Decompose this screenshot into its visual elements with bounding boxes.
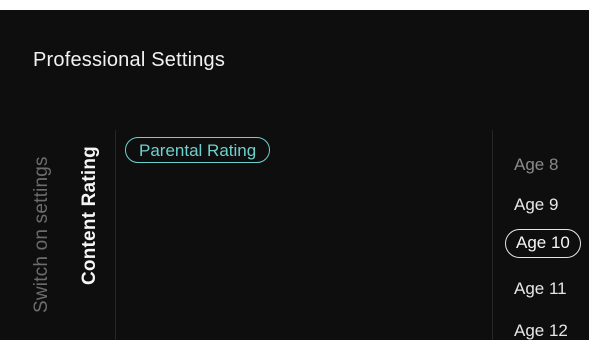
age-option-10-selected[interactable]: Age 10 bbox=[505, 229, 581, 258]
side-menu-item-content-rating[interactable]: Content Rating bbox=[79, 146, 101, 285]
age-option-9[interactable]: Age 9 bbox=[514, 194, 558, 216]
screen-title: Professional Settings bbox=[33, 49, 226, 71]
parental-rating-option[interactable]: Parental Rating bbox=[125, 137, 271, 163]
page-header-strip bbox=[0, 0, 589, 10]
age-rating-list: Age 8 Age 9 Age 10 Age 11 Age 12 bbox=[493, 150, 589, 340]
age-option-8[interactable]: Age 8 bbox=[514, 154, 558, 176]
menu-divider-left bbox=[115, 130, 116, 340]
side-menu-item-switch-on-settings[interactable]: Switch on settings bbox=[31, 156, 53, 313]
tv-settings-screen: Professional Settings Switch on settings… bbox=[0, 10, 589, 340]
age-option-12[interactable]: Age 12 bbox=[514, 320, 568, 340]
age-option-11[interactable]: Age 11 bbox=[514, 278, 567, 300]
